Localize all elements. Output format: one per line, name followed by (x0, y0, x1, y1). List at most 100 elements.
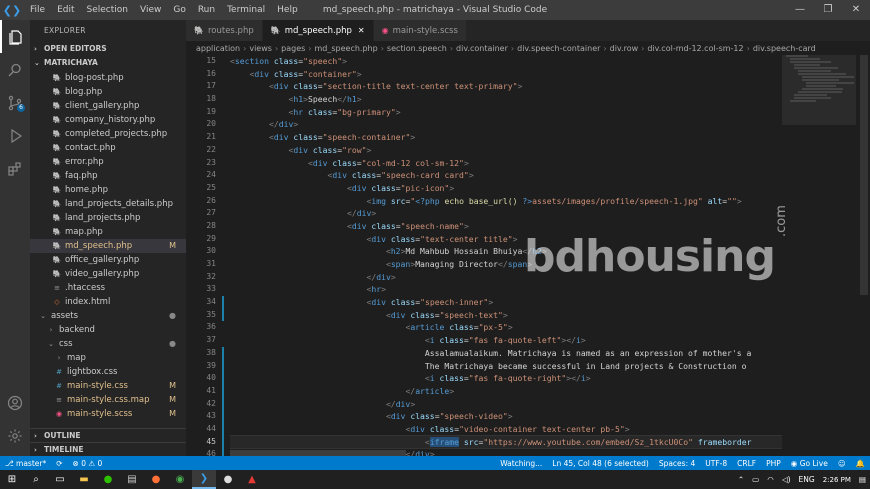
sync-icon[interactable]: ⟳ (51, 459, 67, 468)
breadcrumb-item[interactable]: md_speech.php (315, 44, 378, 53)
tree-folder-map[interactable]: › map (30, 351, 186, 365)
language-indicator[interactable]: ENG (795, 475, 819, 484)
tree-file-label: main-style.css.map (67, 395, 150, 405)
menu-run[interactable]: Run (192, 0, 221, 20)
line-ending[interactable]: CRLF (732, 459, 761, 468)
extensions-icon[interactable] (0, 152, 30, 185)
close-icon[interactable]: ✕ (842, 0, 870, 20)
tree-file[interactable]: 🐘 client_gallery.php (30, 99, 186, 113)
chevron-up-icon[interactable]: ⌃ (734, 475, 748, 484)
notifications-bell-icon[interactable]: 🔔 (851, 459, 870, 468)
breadcrumb-item[interactable]: div.speech-card (753, 44, 816, 53)
breadcrumb-item[interactable]: views (249, 44, 272, 53)
menu-view[interactable]: View (134, 0, 167, 20)
app-icon[interactable]: ● (216, 470, 240, 489)
menu-selection[interactable]: Selection (81, 0, 134, 20)
minimap[interactable] (782, 55, 856, 135)
tab-md-speech[interactable]: 🐘 md_speech.php ✕ (262, 20, 374, 41)
windows-start-icon[interactable]: ⊞ (0, 470, 24, 489)
clock[interactable]: 2:26 PM (819, 476, 855, 484)
search-icon[interactable] (0, 53, 30, 86)
menu-file[interactable]: File (24, 0, 51, 20)
tree-file[interactable]: ≡ .htaccess (30, 281, 186, 295)
tree-file[interactable]: ◇ index.html (30, 295, 186, 309)
close-tab-icon[interactable]: ✕ (358, 26, 365, 35)
search-icon[interactable]: ⌕ (24, 470, 48, 489)
code-area[interactable]: <section class="speech"> <div class="con… (230, 55, 782, 456)
action-center-icon[interactable]: ▤ (855, 475, 870, 484)
tree-file[interactable]: 🐘 home.php (30, 183, 186, 197)
file-explorer-icon[interactable]: ▬ (72, 470, 96, 489)
tree-file[interactable]: 🐘 error.php (30, 155, 186, 169)
restore-icon[interactable]: ❐ (814, 0, 842, 20)
tree-folder-backend[interactable]: › backend (30, 323, 186, 337)
go-live-button[interactable]: ◉ Go Live (786, 459, 833, 468)
tree-file[interactable]: # main-style.css M (30, 379, 186, 393)
tree-file[interactable]: 🐘 land_projects.php (30, 211, 186, 225)
breadcrumb-item[interactable]: pages (281, 44, 305, 53)
volume-icon[interactable]: ◁) (778, 475, 795, 484)
language-mode[interactable]: PHP (761, 459, 786, 468)
line-number: 16 (206, 68, 216, 78)
tree-file[interactable]: 🐘 video_gallery.php (30, 267, 186, 281)
run-debug-icon[interactable] (0, 119, 30, 152)
tree-file[interactable]: 🐘 company_history.php (30, 113, 186, 127)
feedback-icon[interactable]: ☺ (833, 459, 851, 468)
breadcrumb-item[interactable]: div.speech-container (517, 44, 600, 53)
breadcrumb-item[interactable]: div.container (456, 44, 508, 53)
encoding[interactable]: UTF-8 (700, 459, 732, 468)
tree-file[interactable]: 🐘 completed_projects.php (30, 127, 186, 141)
tree-file[interactable]: 🐘 blog.php (30, 85, 186, 99)
wechat-icon[interactable]: ● (96, 470, 120, 489)
source-control-icon[interactable]: 6 (0, 86, 30, 119)
menu-edit[interactable]: Edit (51, 0, 80, 20)
indentation[interactable]: Spaces: 4 (654, 459, 700, 468)
account-icon[interactable] (0, 386, 30, 419)
tree-file[interactable]: 🐘 contact.php (30, 141, 186, 155)
menu-go[interactable]: Go (167, 0, 191, 20)
tree-file[interactable]: # lightbox.css (30, 365, 186, 379)
cursor-position[interactable]: Ln 45, Col 48 (6 selected) (547, 459, 654, 468)
modified-dot: ● (169, 311, 176, 320)
menu-terminal[interactable]: Terminal (221, 0, 271, 20)
timeline-section[interactable]: › TIMELINE (30, 442, 186, 456)
vscode-taskbar-icon[interactable]: ❯ (192, 470, 216, 489)
breadcrumb-item[interactable]: div.row (610, 44, 639, 53)
network-icon[interactable]: ◠ (763, 475, 778, 484)
store-icon[interactable]: ▤ (120, 470, 144, 489)
menu-help[interactable]: Help (271, 0, 304, 20)
firefox-icon[interactable]: ● (144, 470, 168, 489)
breadcrumb-item[interactable]: section.speech (387, 44, 447, 53)
explorer-icon[interactable] (0, 20, 30, 53)
outline-section[interactable]: › OUTLINE (30, 428, 186, 442)
tree-file[interactable]: 🐘 land_projects_details.php (30, 197, 186, 211)
project-section[interactable]: ⌄ MATRICHAYA (30, 56, 186, 70)
tree-file[interactable]: ◉ main-style.scss M (30, 407, 186, 421)
chevron-down-icon: ⌄ (34, 59, 40, 67)
problems-indicator[interactable]: ⊗ 0 ⚠ 0 (68, 459, 108, 468)
scrollbar-thumb[interactable] (860, 55, 868, 295)
code-editor[interactable]: 15 16 17 18 19 20 21 22 23 24 25 26 27 28 29 30 31 32 33 34… (186, 55, 870, 456)
breadcrumb-item[interactable]: div.col-md-12.col-sm-12 (647, 44, 743, 53)
tree-file[interactable]: 🐘 office_gallery.php (30, 253, 186, 267)
task-view-icon[interactable]: ▭ (48, 470, 72, 489)
battery-icon[interactable]: ▭ (748, 475, 763, 484)
tree-folder-css[interactable]: ⌄ css ● (30, 337, 186, 351)
tree-file[interactable]: 🐘 blog-post.php (30, 71, 186, 85)
sass-watching[interactable]: Watching... (495, 459, 547, 468)
tree-file[interactable]: 🐘 faq.php (30, 169, 186, 183)
settings-gear-icon[interactable] (0, 419, 30, 452)
open-editors-section[interactable]: › OPEN EDITORS (30, 42, 186, 56)
pdf-reader-icon[interactable]: ▲ (240, 470, 264, 489)
breadcrumb-item[interactable]: application (196, 44, 240, 53)
tab-main-style-scss[interactable]: ◉ main-style.scss (373, 20, 467, 41)
tree-file[interactable]: 🐘 map.php (30, 225, 186, 239)
chrome-icon[interactable]: ◉ (168, 470, 192, 489)
tab-routes[interactable]: 🐘 routes.php (186, 20, 263, 41)
tree-file[interactable]: 🐘 md_speech.php M (30, 239, 186, 253)
tree-file[interactable]: ≡ main-style.css.map M (30, 393, 186, 407)
minimize-icon[interactable]: — (786, 0, 814, 20)
tree-folder-assets[interactable]: ⌄ assets ● (30, 309, 186, 323)
git-branch[interactable]: ⎇ master* (0, 459, 51, 468)
vertical-scrollbar[interactable] (858, 55, 870, 456)
